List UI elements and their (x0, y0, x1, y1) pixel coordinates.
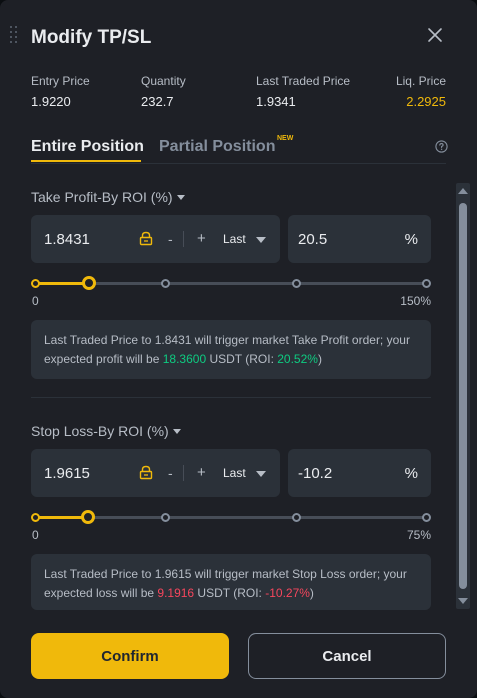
note-text: ) (309, 586, 314, 600)
tabs-divider (31, 163, 446, 164)
slider-step-dot[interactable] (292, 513, 301, 522)
drag-handle-icon[interactable] (10, 26, 18, 48)
stop-loss-price-input[interactable]: 1.9615 (44, 465, 90, 482)
slider-min-label: 0 (32, 294, 39, 308)
scrollbar-thumb[interactable] (459, 203, 467, 589)
roi-unit: % (404, 231, 418, 248)
increment-button[interactable]: + (197, 230, 206, 247)
slider-step-dot[interactable] (161, 279, 170, 288)
caret-down-icon[interactable] (256, 471, 266, 477)
lock-icon[interactable] (139, 231, 153, 246)
stop-loss-roi-field[interactable]: -10.2 % (288, 449, 431, 497)
stat-label: Last Traded Price (256, 74, 351, 88)
scroll-up-arrow-icon[interactable] (458, 188, 468, 194)
field-separator (183, 465, 184, 481)
slider-fill (35, 282, 89, 285)
caret-down-icon (176, 195, 185, 200)
take-profit-mode-select[interactable]: Take Profit-By ROI (%) (31, 189, 185, 205)
caret-down-icon[interactable] (256, 237, 266, 243)
stat-label: Quantity (141, 74, 186, 88)
expected-roi: -10.27% (265, 586, 310, 600)
slider-max-label: 75% (406, 528, 431, 542)
question-circle-icon[interactable] (435, 140, 448, 153)
active-tab-indicator (31, 160, 141, 162)
stop-loss-price-field[interactable]: 1.9615 - + Last (31, 449, 280, 497)
stat-value: 1.9220 (31, 94, 71, 109)
stat-quantity: Quantity 232.7 (141, 74, 186, 109)
stop-loss-roi-slider[interactable] (31, 510, 431, 524)
scrollbar[interactable] (456, 183, 470, 609)
tab-partial-position[interactable]: Partial Position (159, 138, 275, 156)
expected-profit: 18.3600 (162, 352, 207, 366)
take-profit-roi-slider[interactable] (31, 276, 431, 290)
expected-loss: 9.1916 (157, 586, 195, 600)
tab-entire-position[interactable]: Entire Position (31, 138, 144, 156)
take-profit-roi-input[interactable]: 20.5 (298, 231, 327, 248)
caret-down-icon (172, 429, 181, 434)
price-type-select[interactable]: Last (223, 232, 246, 246)
take-profit-price-input[interactable]: 1.8431 (44, 231, 90, 248)
lock-icon[interactable] (139, 465, 153, 480)
increment-button[interactable]: + (197, 464, 206, 481)
roi-unit: % (404, 465, 418, 482)
stat-last-traded-price: Last Traded Price 1.9341 (256, 74, 350, 109)
slider-step-dot[interactable] (31, 279, 40, 288)
stop-loss-info: Last Traded Price to 1.9615 will trigger… (31, 554, 431, 610)
take-profit-roi-field[interactable]: 20.5 % (288, 215, 431, 263)
cancel-button[interactable]: Cancel (248, 633, 446, 679)
stat-liq-price: Liq. Price 2.2925 (396, 74, 446, 109)
note-text: ) (317, 352, 322, 366)
take-profit-price-field[interactable]: 1.8431 - + Last (31, 215, 280, 263)
stat-value: 1.9341 (256, 94, 296, 109)
slider-min-label: 0 (32, 528, 39, 542)
confirm-button[interactable]: Confirm (31, 633, 229, 679)
slider-step-dot[interactable] (422, 513, 431, 522)
slider-knob[interactable] (81, 510, 95, 524)
stat-value-liq: 2.2925 (406, 94, 446, 109)
new-badge: NEW (277, 135, 294, 142)
field-separator (183, 231, 184, 247)
expected-roi: 20.52% (277, 352, 318, 366)
stop-loss-title: Stop Loss-By ROI (%) (31, 423, 169, 439)
close-icon[interactable] (424, 24, 446, 46)
stat-entry-price: Entry Price 1.9220 (31, 74, 90, 109)
slider-max-label: 150% (400, 294, 431, 308)
modify-tpsl-dialog: Modify TP/SL Entry Price 1.9220 Quantity… (0, 0, 477, 698)
slider-step-dot[interactable] (292, 279, 301, 288)
stat-value: 232.7 (141, 94, 174, 109)
scroll-down-arrow-icon[interactable] (458, 598, 468, 604)
dialog-title: Modify TP/SL (31, 27, 152, 48)
stop-loss-mode-select[interactable]: Stop Loss-By ROI (%) (31, 423, 181, 439)
take-profit-info: Last Traded Price to 1.8431 will trigger… (31, 320, 431, 379)
slider-step-dot[interactable] (31, 513, 40, 522)
slider-step-dot[interactable] (161, 513, 170, 522)
decrement-button[interactable]: - (168, 465, 173, 481)
decrement-button[interactable]: - (168, 231, 173, 247)
section-divider (31, 397, 431, 398)
slider-knob[interactable] (82, 276, 96, 290)
stat-label: Entry Price (31, 74, 90, 88)
take-profit-title: Take Profit-By ROI (%) (31, 189, 173, 205)
slider-step-dot[interactable] (422, 279, 431, 288)
note-text: USDT (ROI: (206, 352, 278, 366)
stop-loss-roi-input[interactable]: -10.2 (298, 465, 332, 482)
price-type-select[interactable]: Last (223, 466, 246, 480)
note-text: USDT (ROI: (194, 586, 266, 600)
stat-label: Liq. Price (395, 74, 446, 88)
